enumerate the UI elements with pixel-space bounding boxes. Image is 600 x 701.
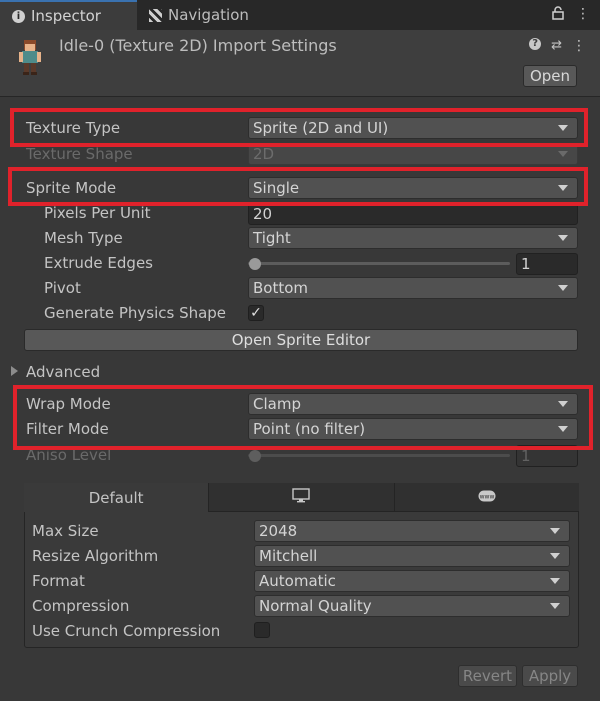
monitor-icon (292, 487, 311, 507)
format-dropdown[interactable]: Automatic (254, 570, 570, 592)
tab-standalone[interactable] (209, 483, 395, 512)
tab-label: Inspector (31, 7, 101, 25)
mesh-type-dropdown[interactable]: Tight (248, 227, 578, 249)
sprite-thumbnail (14, 38, 46, 78)
pixels-per-unit-field[interactable]: 20 (248, 203, 578, 225)
svg-text:www: www (479, 494, 494, 501)
revert-button[interactable]: Revert (458, 665, 517, 687)
slider-handle[interactable] (249, 258, 261, 270)
generate-physics-checkbox[interactable]: ✓ (248, 305, 264, 321)
presets-icon[interactable]: ⇄ (551, 38, 562, 54)
apply-button[interactable]: Apply (522, 665, 578, 687)
tabbar-controls: ⋮ (552, 6, 590, 24)
highlight-texture-type (10, 108, 588, 147)
max-size-label: Max Size (32, 522, 99, 540)
help-icon[interactable]: ? (529, 38, 542, 50)
dropdown-value: Mitchell (259, 547, 318, 565)
advanced-foldout[interactable]: Advanced (26, 363, 100, 381)
highlight-wrap-filter (13, 385, 593, 450)
open-button[interactable]: Open (523, 65, 577, 87)
chevron-down-icon (550, 603, 560, 609)
highlight-sprite-mode (8, 167, 588, 206)
max-size-dropdown[interactable]: 2048 (254, 520, 570, 542)
format-label: Format (32, 572, 85, 590)
use-crunch-label: Use Crunch Compression (32, 622, 221, 640)
navigation-icon (149, 8, 162, 22)
tab-navigation[interactable]: Navigation (137, 0, 277, 30)
lock-icon[interactable] (552, 6, 564, 24)
chevron-down-icon (558, 285, 568, 291)
foldout-arrow-icon[interactable] (11, 366, 18, 376)
dropdown-value: Normal Quality (259, 597, 372, 615)
mesh-type-label: Mesh Type (44, 229, 123, 247)
extrude-edges-label: Extrude Edges (44, 254, 153, 272)
pivot-dropdown[interactable]: Bottom (248, 277, 578, 299)
tab-label: Navigation (168, 6, 249, 24)
pixels-per-unit-label: Pixels Per Unit (44, 204, 151, 222)
compression-label: Compression (32, 597, 130, 615)
slider-handle (249, 450, 261, 462)
chevron-down-icon (558, 151, 568, 157)
tab-webgl[interactable]: www (394, 483, 579, 512)
compression-dropdown[interactable]: Normal Quality (254, 595, 570, 617)
dropdown-value: 2048 (259, 522, 298, 540)
divider (0, 96, 600, 97)
info-icon: i (12, 9, 25, 23)
chevron-down-icon (550, 553, 560, 559)
use-crunch-checkbox[interactable] (254, 622, 270, 638)
more-icon[interactable]: ⋮ (572, 38, 586, 54)
resize-algorithm-label: Resize Algorithm (32, 547, 159, 565)
chevron-down-icon (550, 528, 560, 534)
pivot-label: Pivot (44, 279, 81, 297)
chevron-down-icon (550, 578, 560, 584)
open-sprite-editor-button[interactable]: Open Sprite Editor (24, 329, 578, 351)
extrude-edges-slider[interactable] (248, 262, 510, 265)
extrude-edges-field[interactable]: 1 (516, 253, 578, 275)
resize-algorithm-dropdown[interactable]: Mitchell (254, 545, 570, 567)
chevron-down-icon (558, 235, 568, 241)
texture-shape-label: Texture Shape (26, 145, 133, 163)
aniso-level-slider (248, 454, 510, 457)
more-icon[interactable]: ⋮ (576, 6, 590, 24)
dropdown-value: Automatic (259, 572, 336, 590)
generate-physics-label: Generate Physics Shape (44, 304, 227, 322)
webgl-icon: www (478, 488, 496, 506)
platform-tabs: Default www (24, 483, 579, 512)
page-title: Idle-0 (Texture 2D) Import Settings (59, 36, 337, 55)
dropdown-value: Bottom (253, 279, 309, 297)
dropdown-value: 2D (253, 145, 275, 163)
dropdown-value: Tight (253, 229, 291, 247)
header-icons: ? ⇄ ⋮ (529, 38, 586, 54)
tab-inspector[interactable]: i Inspector (0, 0, 137, 30)
tab-default[interactable]: Default (24, 483, 210, 512)
